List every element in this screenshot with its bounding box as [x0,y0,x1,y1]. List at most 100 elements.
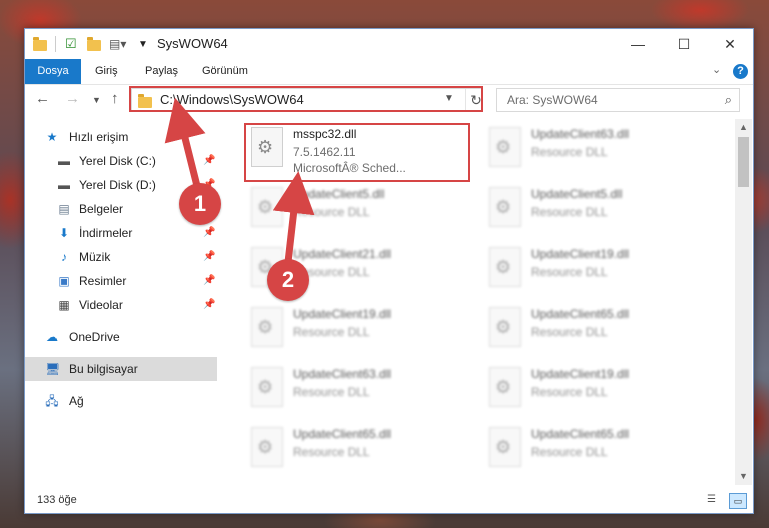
file-tile[interactable]: UpdateClient65.dll Resource DLL [245,419,470,479]
file-tile[interactable]: UpdateClient63.dll Resource DLL [245,359,470,419]
file-name: UpdateClient19.dll [531,367,630,381]
drive-icon: ▬ [58,154,70,168]
new-folder-icon[interactable] [87,36,101,52]
pictures-icon: ▣ [58,274,70,288]
address-highlight-box [129,86,483,112]
file-type: Resource DLL [531,325,608,339]
sidebar-item-network[interactable]: 🖧 Ağ [25,389,217,413]
minimize-button[interactable]: — [615,29,661,59]
tab-home[interactable]: Giriş [95,59,118,84]
documents-icon: ▤ [58,202,70,216]
file-name: UpdateClient65.dll [531,427,630,441]
dll-file-icon [251,307,283,347]
divider [55,36,56,52]
file-type: Resource DLL [531,445,608,459]
expand-ribbon-chevron-icon[interactable]: ⌄ [712,63,721,76]
file-type: Resource DLL [293,445,370,459]
sidebar-item-label: İndirmeler [79,226,133,240]
file-tile[interactable]: UpdateClient5.dll Resource DLL [245,179,470,239]
scroll-up-icon[interactable]: ▲ [739,122,748,132]
pin-icon[interactable]: 📌 [203,155,215,166]
tiles-view-icon[interactable]: ▭ [729,493,747,509]
sidebar-item-downloads[interactable]: ⬇ İndirmeler 📌 [25,221,217,245]
sidebar-item-label: Videolar [79,298,123,312]
sidebar-item-pictures[interactable]: ▣ Resimler 📌 [25,269,217,293]
file-name: UpdateClient63.dll [293,367,392,381]
sidebar-item-local-disk-c[interactable]: ▬ Yerel Disk (C:) 📌 [25,149,217,173]
sidebar-item-label: Yerel Disk (C:) [79,154,156,168]
item-count: 133 öğe [37,494,77,506]
dll-file-icon [251,427,283,467]
file-highlight-box [244,123,470,182]
sidebar-item-label: Yerel Disk (D:) [79,178,156,192]
sidebar-item-label: Belgeler [79,202,124,216]
ribbon: Dosya Giriş Paylaş Görünüm ⌄ ? [25,59,753,85]
maximize-button[interactable]: ☐ [661,29,707,59]
file-tile[interactable]: UpdateClient65.dll Resource DLL [483,419,708,479]
file-tile[interactable]: UpdateClient19.dll Resource DLL [483,239,708,299]
sidebar-item-quick-access[interactable]: ★ Hızlı erişim [25,125,217,149]
dll-file-icon [489,247,521,287]
dll-file-icon [251,187,283,227]
dll-file-icon [489,427,521,467]
file-explorer-window: ☑ ▤▾ ▼ SysWOW64 — ☐ ✕ Dosya Giriş Paylaş… [24,28,754,514]
file-name: UpdateClient65.dll [531,307,630,321]
search-placeholder: Ara: SysWOW64 [507,93,598,107]
step-badge-1: 1 [179,183,221,225]
file-name: UpdateClient5.dll [293,187,385,201]
sidebar-item-onedrive[interactable]: ☁ OneDrive [25,325,217,349]
star-icon: ★ [46,130,58,144]
folder-icon [33,36,47,52]
customize-toolbar-chevron-icon[interactable]: ▼ [138,36,148,52]
download-icon: ⬇ [58,226,70,240]
file-name: UpdateClient63.dll [531,127,630,141]
pin-icon[interactable]: 📌 [203,251,215,262]
properties-check-icon[interactable]: ☑ [65,36,77,52]
pin-icon[interactable]: 📌 [203,227,215,238]
scroll-down-icon[interactable]: ▼ [739,471,748,481]
sidebar-item-music[interactable]: ♪ Müzik 📌 [25,245,217,269]
back-arrow-icon[interactable]: ← [35,90,50,107]
tab-view[interactable]: Görünüm [202,59,248,84]
file-name: UpdateClient19.dll [293,307,392,321]
file-name: UpdateClient21.dll [293,247,392,261]
recent-locations-chevron-icon[interactable]: ▼ [92,95,101,105]
sidebar-item-this-pc[interactable]: 🖥 Bu bilgisayar [25,357,217,381]
tab-file[interactable]: Dosya [25,59,81,84]
forward-arrow-icon[interactable]: → [65,90,80,107]
details-view-icon[interactable]: ☰ [707,494,721,506]
sidebar-item-label: OneDrive [69,330,120,344]
vertical-scrollbar[interactable]: ▲ ▼ [735,119,752,485]
title-bar: ☑ ▤▾ ▼ SysWOW64 — ☐ ✕ [25,29,753,59]
sidebar-item-label: Hızlı erişim [69,130,129,144]
sidebar-item-videos[interactable]: ▦ Videolar 📌 [25,293,217,317]
dll-file-icon [489,187,521,227]
drive-icon: ▬ [58,178,70,192]
step-badge-2: 2 [267,259,309,301]
sidebar-item-label: Bu bilgisayar [69,362,138,376]
file-type: Resource DLL [531,145,608,159]
sidebar-item-label: Müzik [79,250,111,264]
navigation-bar: ← → ▼ ↑ C:\Windows\SysWOW64 ▼ ↻ Ara: Sys… [25,85,753,115]
help-icon[interactable]: ? [733,64,748,79]
up-arrow-icon[interactable]: ↑ [111,90,119,107]
search-input[interactable]: Ara: SysWOW64 ⌕ [496,88,740,112]
file-tile[interactable]: UpdateClient19.dll Resource DLL [245,299,470,359]
file-type: Resource DLL [293,325,370,339]
rename-icon[interactable]: ▤▾ [109,36,126,52]
sidebar-item-label: Resimler [79,274,127,288]
file-name: UpdateClient5.dll [531,187,623,201]
file-tile[interactable]: UpdateClient63.dll Resource DLL [483,119,708,179]
pin-icon[interactable]: 📌 [203,275,215,286]
network-icon: 🖧 [45,394,59,408]
file-tile[interactable]: UpdateClient19.dll Resource DLL [483,359,708,419]
scrollbar-thumb[interactable] [738,137,749,187]
file-tile[interactable]: UpdateClient5.dll Resource DLL [483,179,708,239]
status-bar: 133 öğe ☰ ▭ [25,489,753,513]
close-button[interactable]: ✕ [707,29,753,59]
file-tile[interactable]: UpdateClient65.dll Resource DLL [483,299,708,359]
tab-share[interactable]: Paylaş [145,59,178,84]
dll-file-icon [489,307,521,347]
video-icon: ▦ [58,298,70,312]
pin-icon[interactable]: 📌 [203,299,215,310]
